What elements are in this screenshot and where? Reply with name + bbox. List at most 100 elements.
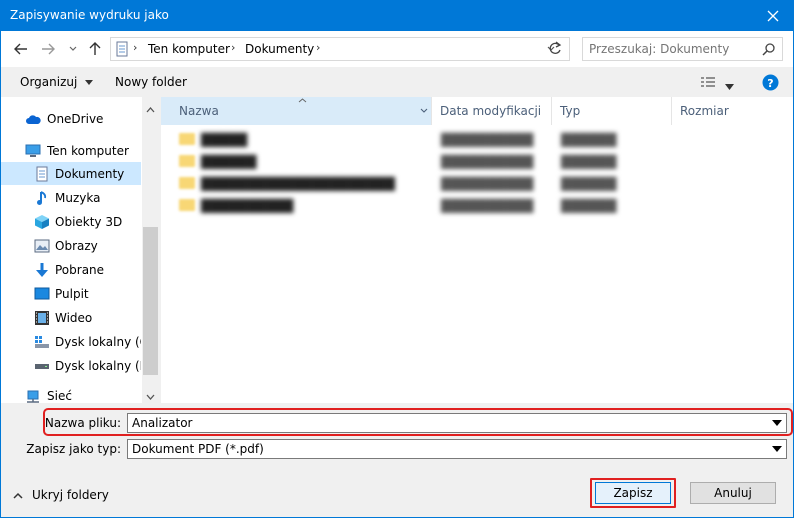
scroll-up-button[interactable] [146,102,155,116]
arrow-right-icon [42,43,55,55]
network-icon [25,389,41,403]
sidebar-item-pobrane[interactable]: Pobrane [1,258,141,281]
chevron-down-icon [146,394,155,400]
save-form: Nazwa pliku: Zapisz jako typ: Dokument P… [1,403,793,517]
svg-text:?: ? [767,77,773,90]
sidebar-item-label: OneDrive [47,111,104,126]
recent-locations-button[interactable] [63,39,83,59]
caret-down-icon[interactable] [772,446,782,452]
column-header-name[interactable]: Nazwa [161,97,431,125]
folder-icon [179,199,195,211]
drive-c-icon [34,334,50,350]
sidebar-item-label: Muzyka [55,190,101,205]
help-icon: ? [762,74,779,91]
desktop-icon [34,286,50,302]
chevron-down-icon [420,108,428,113]
back-button[interactable] [11,39,31,59]
sidebar-item-onedrive[interactable]: OneDrive [1,107,141,130]
window-title: Zapisywanie wydruku jako [10,8,169,22]
sidebar-item-ten-komputer[interactable]: Ten komputer [1,139,141,162]
column-header-date[interactable]: Data modyfikacji [431,97,552,125]
sidebar-item-label: Sieć [47,389,72,403]
sidebar-item-obrazy[interactable]: Obrazy [1,234,141,257]
refresh-button[interactable] [548,40,562,59]
breadcrumb-separator[interactable]: › [133,41,137,54]
breadcrumb-ten-komputer[interactable]: Ten komputer [148,42,230,56]
sidebar-item-label: Dysk lokalny (C:) [55,334,141,349]
caret-down-icon [85,80,94,85]
breadcrumb-separator[interactable]: › [316,41,320,54]
highlight-save [590,478,676,508]
column-label: Nazwa [179,104,219,118]
picture-icon [34,238,50,254]
column-header-size[interactable]: Rozmiar [672,97,752,125]
sidebar-item-dysk-c[interactable]: Dysk lokalny (C:) [1,330,141,353]
film-icon [34,310,50,326]
cancel-button[interactable]: Anuluj [690,482,776,504]
organize-button[interactable]: Organizuj [20,75,94,89]
table-row[interactable]: ██████ ██████████ ██████ [179,151,659,173]
address-bar: › Ten komputer › Dokumenty › [1,31,793,67]
close-button[interactable] [753,1,793,31]
sidebar-item-dokumenty[interactable]: Dokumenty [1,162,141,185]
cube-3d-icon [34,214,50,230]
folder-icon [179,133,195,145]
scroll-down-button[interactable] [146,389,155,403]
sidebar-item-label: Pulpit [55,286,89,301]
sidebar-item-label: Obrazy [55,238,98,253]
sidebar-item-label: Wideo [55,310,93,325]
toolbar: Organizuj Nowy folder ? [1,67,793,97]
chevron-up-icon [146,107,155,113]
sidebar-scrollbar[interactable] [142,97,159,403]
filetype-label: Zapisz jako typ: [26,442,121,456]
address-box[interactable]: › Ten komputer › Dokumenty › [110,37,570,61]
folder-icon [179,177,195,189]
search-input[interactable] [589,41,759,57]
table-row[interactable]: █████ ██████████ ██████ [179,129,659,151]
cloud-icon [25,111,41,127]
column-header-type[interactable]: Typ [552,97,672,125]
search-box[interactable] [582,37,783,61]
organize-label: Organizuj [20,75,78,89]
up-button[interactable] [85,39,105,59]
table-row[interactable]: ██████████ ██████████ ██████ [179,195,659,217]
document-icon [34,166,50,182]
download-arrow-icon [34,262,50,278]
save-dialog: Zapisywanie wydruku jako › Ten komputer … [0,0,794,518]
hide-folders-button[interactable]: Ukryj foldery [13,488,109,502]
sidebar-item-pulpit[interactable]: Pulpit [1,282,141,305]
caret-down-icon [725,84,734,90]
breadcrumb-dokumenty[interactable]: Dokumenty [245,42,314,56]
view-dropdown-button[interactable] [725,79,734,93]
view-list-icon [701,77,715,87]
new-folder-button[interactable]: Nowy folder [115,75,187,89]
sidebar-item-siec[interactable]: Sieć [1,385,141,403]
scrollbar-thumb[interactable] [143,227,158,375]
title-bar: Zapisywanie wydruku jako [1,1,793,31]
forward-button[interactable] [38,39,58,59]
folder-icon [179,155,195,167]
sidebar-item-label: Pobrane [55,262,105,277]
computer-icon [25,143,41,159]
view-options-button[interactable] [700,76,716,91]
table-row[interactable]: █████████████████████ ██████████ ██████ [179,173,659,195]
sidebar-item-obiekty-3d[interactable]: Obiekty 3D [1,210,141,233]
sidebar-item-label: Obiekty 3D [55,214,123,229]
sidebar-item-label: Dysk lokalny (D:) [55,358,141,373]
arrow-up-icon [89,42,101,55]
sidebar-item-label: Dokumenty [55,166,125,181]
sidebar-item-muzyka[interactable]: Muzyka [1,186,141,209]
sidebar-item-wideo[interactable]: Wideo [1,306,141,329]
sidebar-item-dysk-d[interactable]: Dysk lokalny (D:) [1,354,141,377]
hide-folders-label: Ukryj foldery [32,488,109,502]
help-button[interactable]: ? [762,74,779,94]
chevron-down-icon [69,46,77,51]
close-icon [767,10,779,22]
highlight-filename [43,408,793,436]
drive-icon [34,358,50,374]
arrow-left-icon [14,43,27,55]
navigation-pane: OneDrive Ten komputer Dokumenty Muzyka O… [1,97,159,403]
filetype-select[interactable]: Dokument PDF (*.pdf) [127,439,787,459]
breadcrumb-separator[interactable]: › [231,41,235,54]
search-icon [762,43,775,56]
